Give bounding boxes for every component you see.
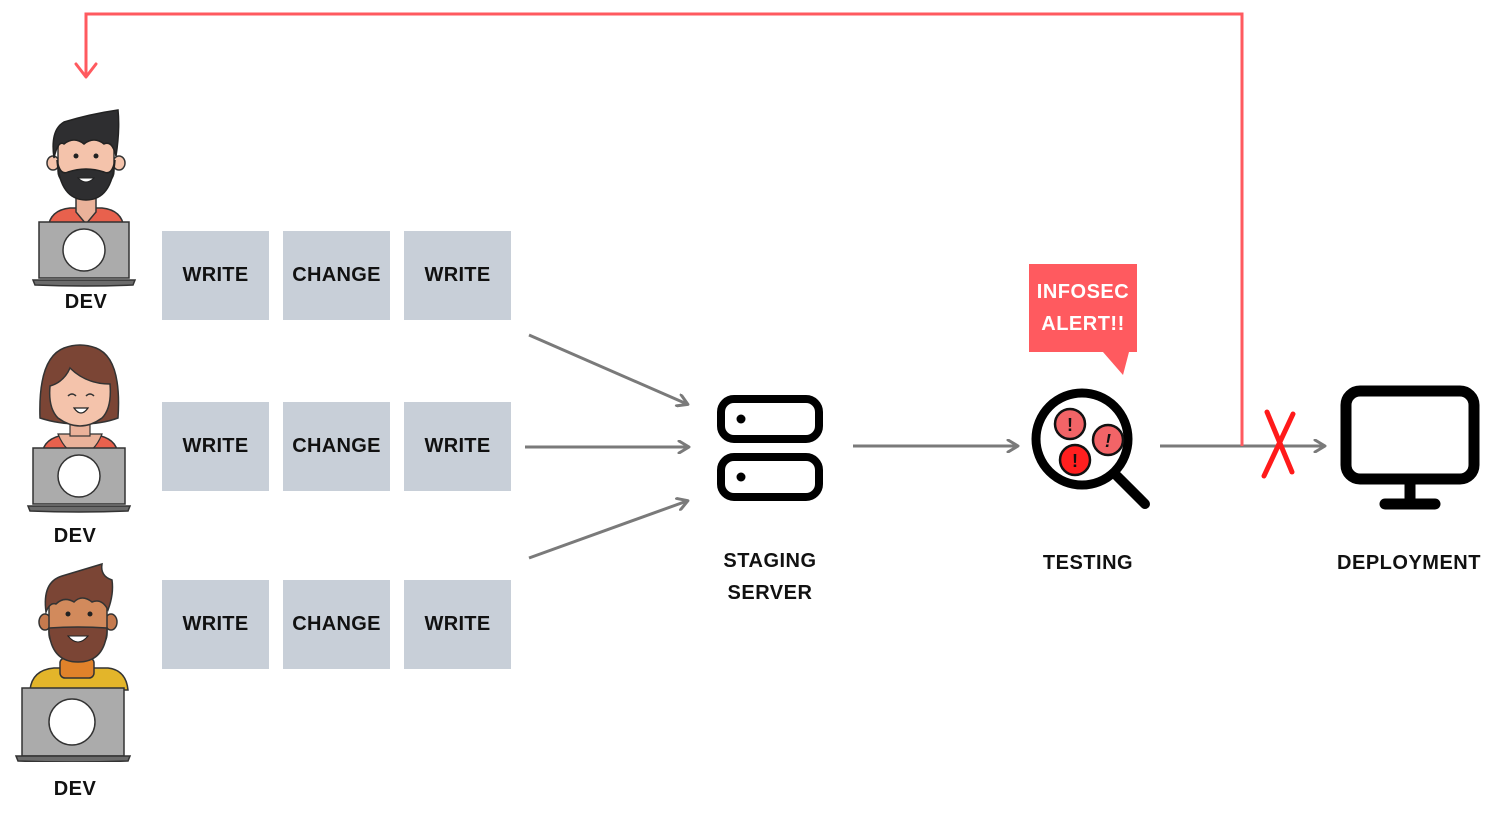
task-block: WRITE [404, 231, 511, 320]
blocked-x-icon [1261, 409, 1296, 479]
alert-line1: INFOSEC [1036, 281, 1130, 303]
alert-text: INFOSEC ALERT!! [1029, 264, 1137, 352]
task-block: WRITE [162, 580, 269, 669]
dev-avatar-3-icon [14, 562, 132, 762]
task-block: WRITE [162, 231, 269, 320]
monitor-icon [1340, 385, 1480, 510]
magnifier-alert-icon: ! ! ! [1031, 388, 1150, 509]
task-block: CHANGE [283, 231, 390, 320]
staging-label-line2: SERVER [727, 582, 813, 604]
task-block: WRITE [404, 402, 511, 491]
staging-label-line1: STAGING [723, 550, 817, 572]
dev-label-2: DEV [53, 525, 97, 547]
arrow-dev1-to-staging [528, 333, 687, 404]
server-icon [717, 395, 823, 501]
dev-label-1: DEV [64, 291, 108, 313]
task-block: WRITE [404, 580, 511, 669]
svg-text:!: ! [1067, 415, 1073, 435]
alert-dot-icon: ! [1053, 407, 1087, 441]
task-block: CHANGE [283, 402, 390, 491]
alert-dot-icon: ! [1091, 423, 1125, 457]
dev-avatar-1-icon [31, 109, 137, 287]
deployment-label: DEPLOYMENT [1337, 552, 1481, 574]
dev-label-3: DEV [53, 778, 97, 800]
alert-line2: ALERT!! [1041, 313, 1125, 335]
task-block: CHANGE [283, 580, 390, 669]
svg-text:!: ! [1105, 431, 1111, 451]
arrow-dev3-to-staging [528, 501, 687, 560]
svg-text:!: ! [1072, 451, 1078, 471]
testing-label: TESTING [1042, 552, 1134, 574]
task-block: WRITE [162, 402, 269, 491]
dev-avatar-2-icon [26, 344, 132, 513]
alert-dot-icon: ! [1058, 443, 1092, 477]
